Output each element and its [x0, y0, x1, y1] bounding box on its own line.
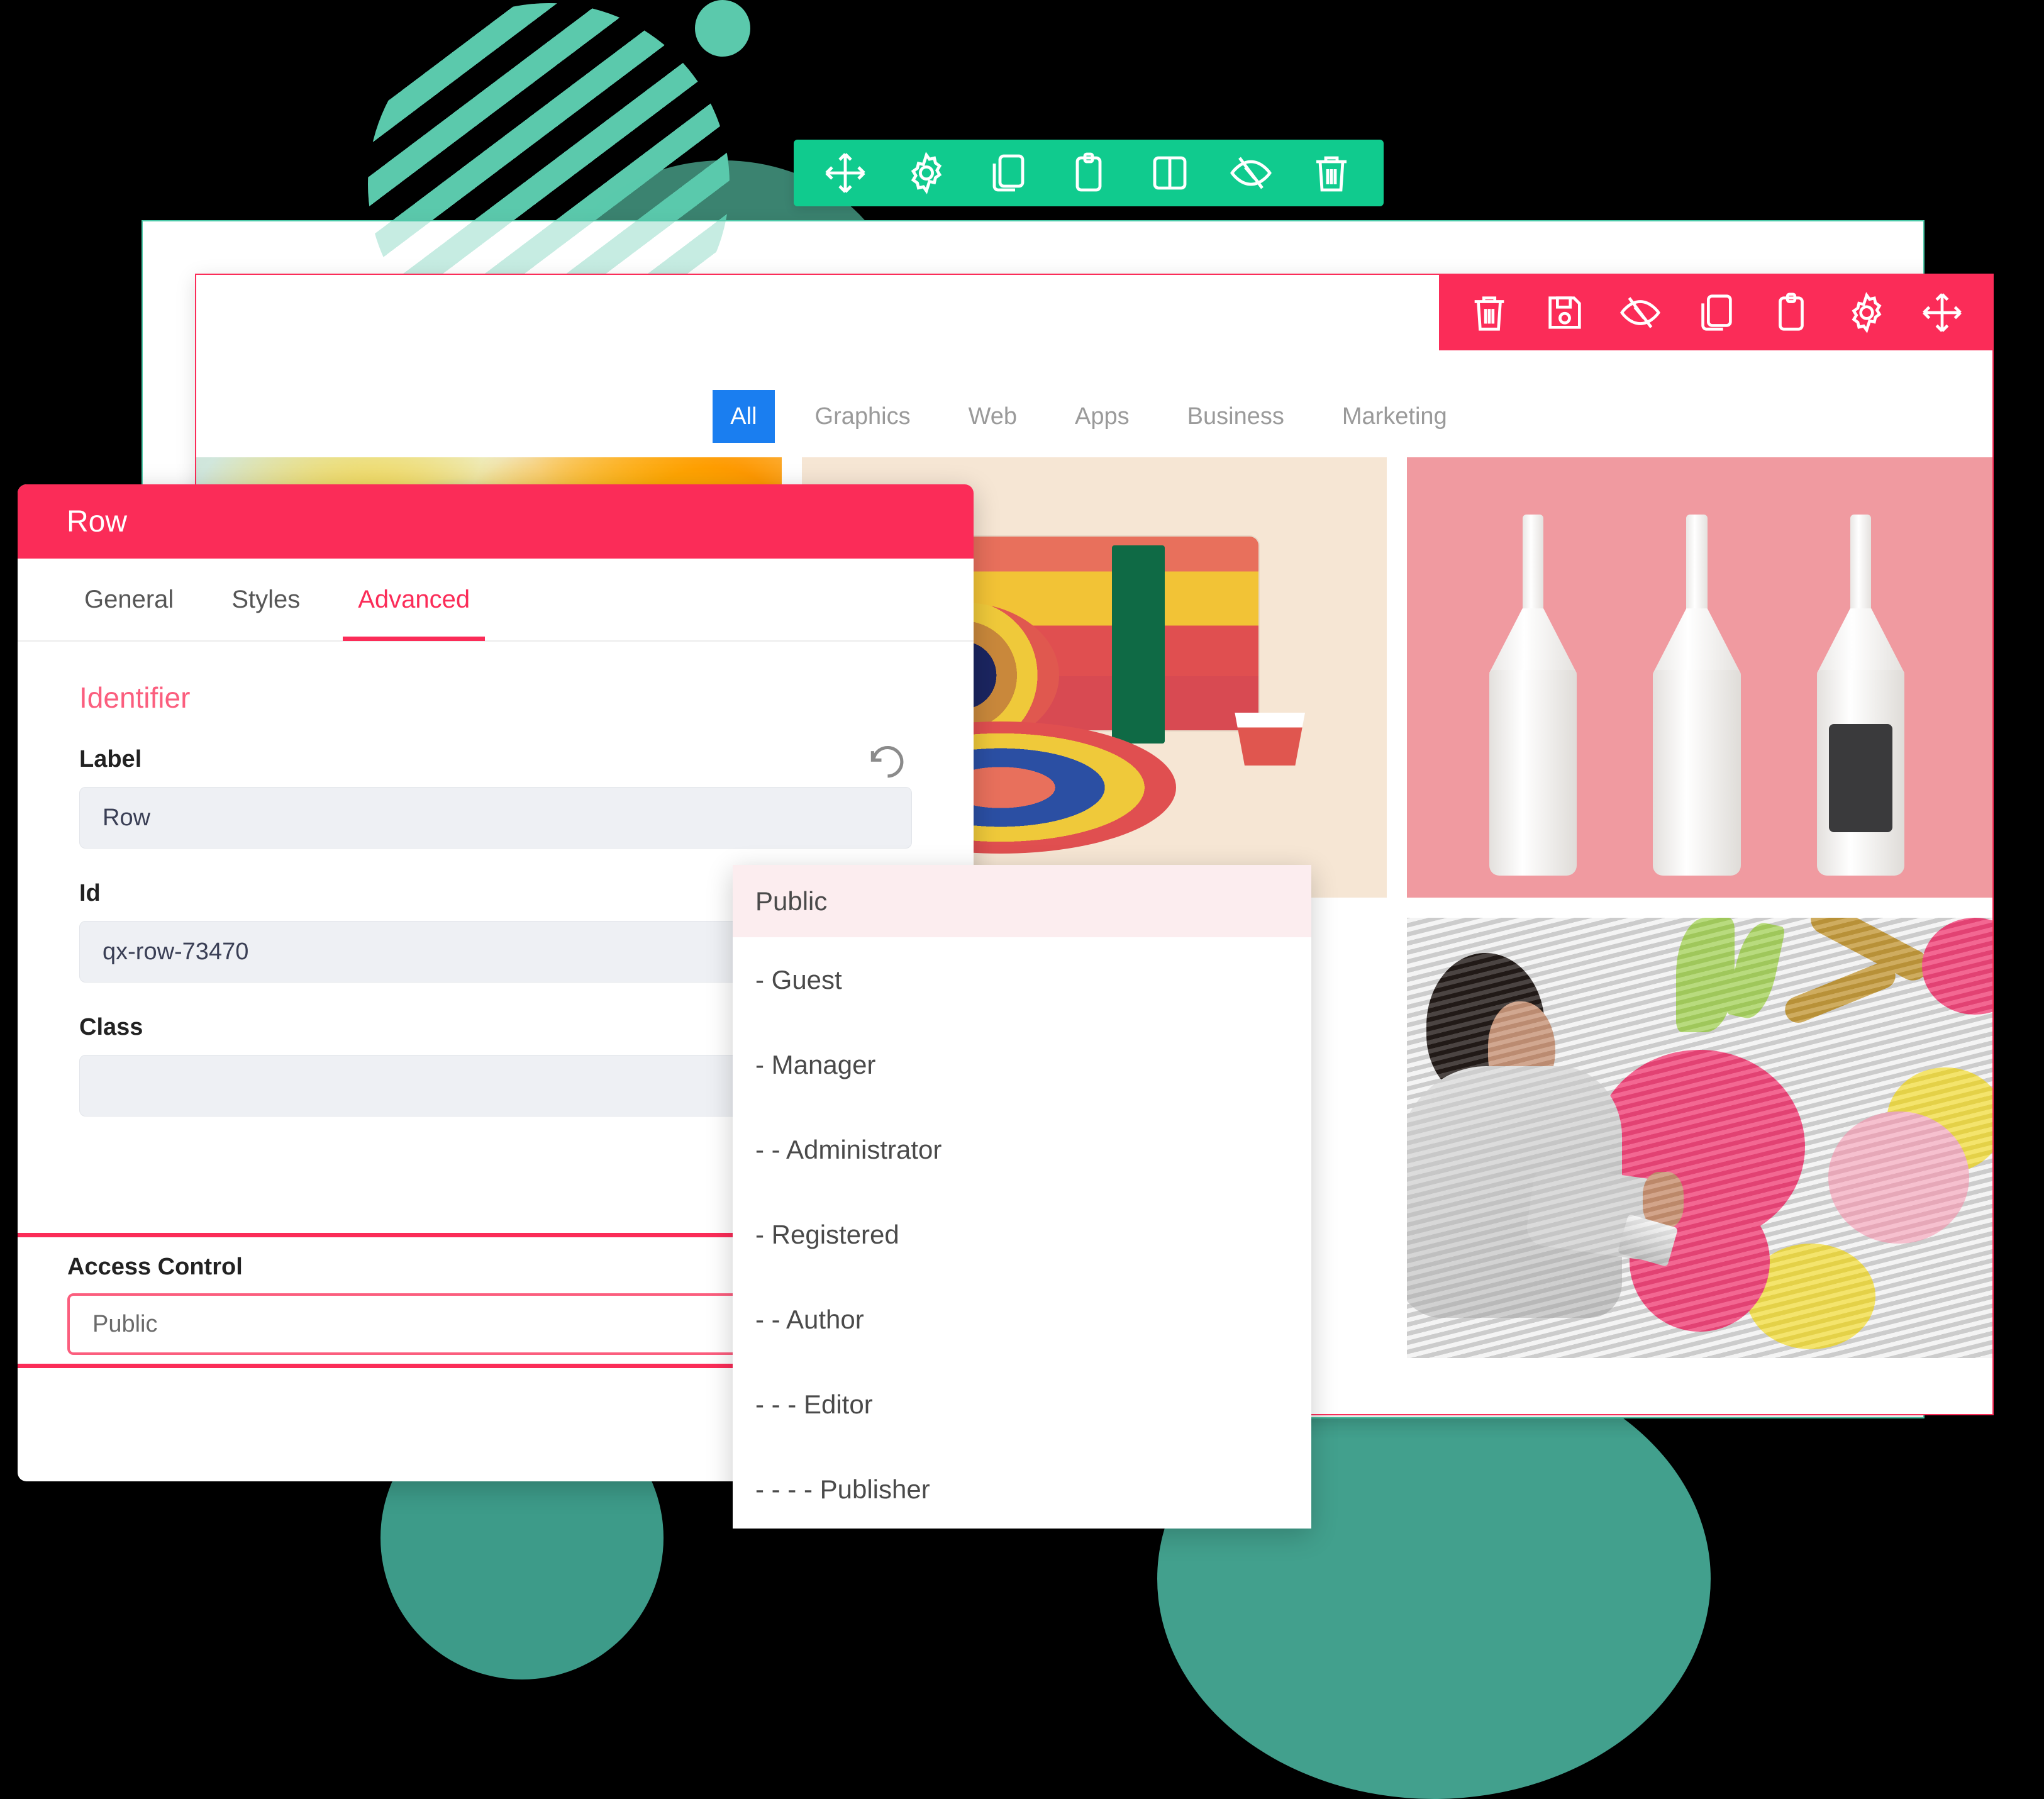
dropdown-option-administrator[interactable]: - - Administrator: [733, 1107, 1311, 1192]
dropdown-option-public[interactable]: Public: [733, 865, 1311, 937]
tab-general[interactable]: General: [55, 559, 203, 640]
gear-icon[interactable]: [904, 150, 949, 196]
filter-tab-apps[interactable]: Apps: [1046, 390, 1158, 443]
dialog-header: Row: [18, 484, 974, 559]
trash-icon[interactable]: [1309, 150, 1354, 196]
dropdown-option-author[interactable]: - - Author: [733, 1277, 1311, 1362]
label-field-group: Label Row: [18, 746, 974, 849]
clipboard-icon[interactable]: [1066, 150, 1111, 196]
filter-tab-all[interactable]: All: [713, 390, 775, 443]
tab-advanced[interactable]: Advanced: [329, 559, 499, 641]
small-circle-decoration: [695, 0, 750, 57]
element-toolbar-red[interactable]: [1439, 275, 1992, 350]
eye-slash-icon[interactable]: [1228, 150, 1274, 196]
filter-tab-business[interactable]: Business: [1158, 390, 1313, 443]
dropdown-option-manager[interactable]: - Manager: [733, 1022, 1311, 1107]
stage: All Graphics Web Apps Business Marketing: [0, 0, 2044, 1799]
dropdown-option-guest[interactable]: - Guest: [733, 937, 1311, 1022]
move-icon[interactable]: [823, 150, 868, 196]
trash-icon[interactable]: [1467, 291, 1511, 335]
gallery-item-ceramic-bottles[interactable]: [1407, 457, 1992, 898]
dialog-title: Row: [67, 504, 128, 538]
access-control-dropdown[interactable]: Public - Guest - Manager - - Administrat…: [733, 865, 1311, 1529]
save-icon[interactable]: [1543, 291, 1587, 335]
ceramic-bottle-mockup: [1407, 457, 1992, 898]
dropdown-option-registered[interactable]: - Registered: [733, 1192, 1311, 1277]
copy-icon[interactable]: [985, 150, 1030, 196]
gallery-filter-tabs[interactable]: All Graphics Web Apps Business Marketing: [196, 376, 1992, 457]
columns-icon[interactable]: [1147, 150, 1192, 196]
element-toolbar-green[interactable]: [794, 140, 1384, 206]
identifier-section-title: Identifier: [79, 681, 191, 714]
dropdown-option-publisher[interactable]: - - - - Publisher: [733, 1447, 1311, 1529]
dropdown-option-editor[interactable]: - - - Editor: [733, 1362, 1311, 1447]
label-input[interactable]: Row: [79, 787, 912, 849]
reset-icon[interactable]: [865, 742, 908, 785]
filter-tab-marketing[interactable]: Marketing: [1313, 390, 1476, 443]
street-mural-artist-photo: [1407, 918, 1992, 1358]
filter-tab-web[interactable]: Web: [940, 390, 1046, 443]
dialog-tabs[interactable]: General Styles Advanced: [18, 559, 974, 642]
clipboard-icon[interactable]: [1769, 291, 1813, 335]
tab-styles[interactable]: Styles: [203, 559, 329, 640]
eye-slash-icon[interactable]: [1618, 291, 1662, 335]
gallery-item-mural-artist[interactable]: [1407, 918, 1992, 1358]
copy-icon[interactable]: [1694, 291, 1738, 335]
gear-icon[interactable]: [1845, 291, 1889, 335]
move-icon[interactable]: [1920, 291, 1964, 335]
label-field-label: Label: [79, 746, 142, 772]
filter-tab-graphics[interactable]: Graphics: [786, 390, 940, 443]
